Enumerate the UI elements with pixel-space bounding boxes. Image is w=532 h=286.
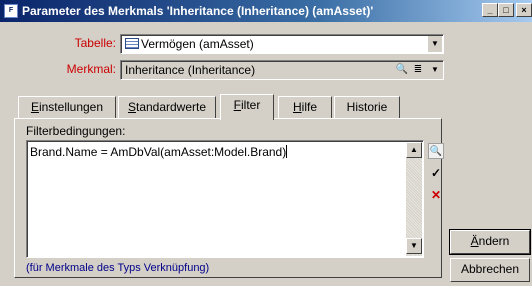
dialog-window: F Parameter des Merkmals 'Inheritance (I…	[0, 0, 532, 286]
chevron-down-icon[interactable]: ▼	[428, 62, 442, 78]
filter-expression-text: Brand.Name = AmDbVal(amAsset:Model.Brand…	[30, 145, 288, 159]
filter-conditions-label: Filterbedingungen:	[26, 124, 126, 138]
text-caret	[286, 145, 288, 158]
list-icon[interactable]: ≣	[411, 63, 425, 77]
vertical-scrollbar[interactable]: ▲ ▼	[406, 142, 422, 256]
feature-combo[interactable]: Inheritance (Inheritance) 🔍 ≣ ▼	[120, 60, 444, 80]
filter-hint: (für Merkmale des Typs Verknüpfung)	[26, 262, 210, 274]
feature-combo-value: Inheritance (Inheritance)	[125, 63, 256, 77]
title-bar[interactable]: F Parameter des Merkmals 'Inheritance (I…	[0, 0, 532, 22]
tab-historie[interactable]: Historie	[334, 96, 400, 118]
table-combo[interactable]: Vermögen (amAsset) ▼	[120, 34, 444, 54]
close-button[interactable]: ×	[516, 3, 532, 17]
window-title: Parameter des Merkmals 'Inheritance (Inh…	[22, 4, 374, 18]
feature-label: Merkmal:	[66, 62, 116, 76]
scroll-down-icon[interactable]: ▼	[406, 238, 422, 254]
table-label: Tabelle:	[74, 36, 116, 50]
tab-filter[interactable]: Filter	[220, 94, 274, 120]
magnifier-icon[interactable]: 🔍	[428, 143, 444, 159]
checkmark-icon[interactable]: ✓	[428, 165, 444, 181]
change-button[interactable]: Ändern	[449, 229, 531, 255]
chevron-down-icon[interactable]: ▼	[428, 36, 442, 52]
maximize-button[interactable]: □	[498, 3, 514, 17]
table-combo-value: Vermögen (amAsset)	[125, 37, 254, 51]
scroll-up-icon[interactable]: ▲	[406, 142, 422, 158]
table-icon	[125, 38, 139, 49]
tab-einstellungen[interactable]: Einstellungen	[18, 96, 116, 118]
app-icon: F	[4, 4, 18, 18]
magnifier-icon[interactable]: 🔍	[395, 63, 409, 77]
tab-standardwerte[interactable]: Standardwerte	[118, 96, 216, 118]
red-x-icon[interactable]: ✕	[428, 187, 444, 203]
table-value-text: Vermögen (amAsset)	[141, 37, 254, 51]
minimize-button[interactable]: _	[482, 3, 498, 17]
cancel-button[interactable]: Abbrechen	[450, 258, 530, 282]
filter-expression-editor[interactable]: Brand.Name = AmDbVal(amAsset:Model.Brand…	[26, 140, 424, 258]
tab-hilfe[interactable]: Hilfe	[278, 96, 332, 118]
